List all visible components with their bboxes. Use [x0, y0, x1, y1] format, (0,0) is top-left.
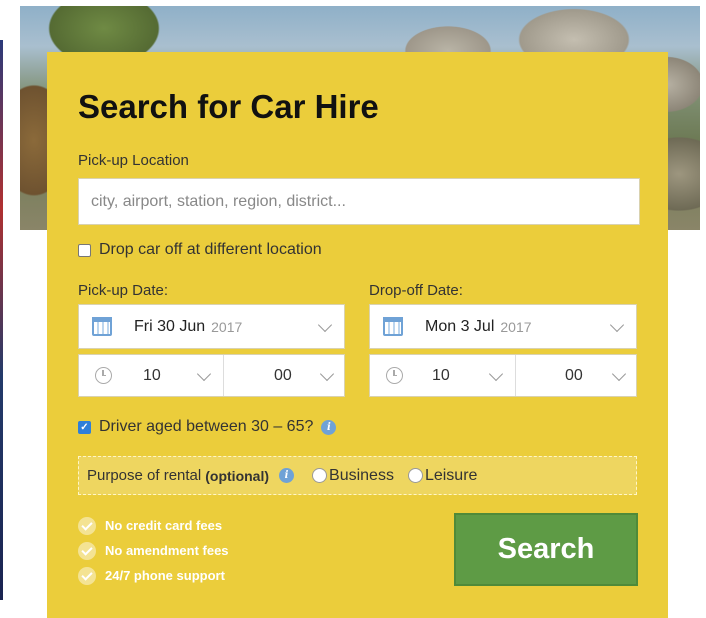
purpose-business-radio[interactable]	[312, 468, 328, 483]
benefit-text: 24/7 phone support	[105, 568, 225, 583]
car-hire-search-panel: Search for Car Hire Pick-up Location cit…	[47, 52, 668, 618]
dropoff-time-select: 10 00	[369, 354, 637, 397]
chevron-down-icon	[317, 317, 333, 332]
purpose-business-option[interactable]: Business	[312, 467, 394, 485]
pickup-time-select: 10 00	[78, 354, 345, 397]
check-icon	[78, 566, 96, 585]
drop-off-different-checkbox[interactable]	[78, 243, 91, 257]
driver-age-row[interactable]: ✓ Driver aged between 30 – 65? i	[78, 418, 337, 436]
pickup-location-label: Pick-up Location	[78, 152, 189, 169]
benefit-text: No credit card fees	[105, 518, 223, 533]
benefit-text: No amendment fees	[105, 543, 229, 558]
chevron-down-icon	[319, 366, 335, 381]
purpose-leisure-radio[interactable]	[407, 468, 423, 483]
pickup-hour-select[interactable]: 10	[79, 355, 223, 396]
chevron-down-icon	[609, 317, 625, 332]
chevron-down-icon	[611, 366, 627, 381]
pickup-date-label: Pick-up Date:	[78, 282, 169, 299]
chevron-down-icon	[196, 366, 212, 381]
check-icon	[78, 516, 96, 535]
purpose-leisure-option[interactable]: Leisure	[407, 466, 478, 485]
calendar-icon	[92, 317, 112, 336]
pickup-minute-value: 00	[274, 367, 292, 384]
dropoff-hour-select[interactable]: 10	[370, 355, 515, 396]
info-icon[interactable]: i	[279, 468, 295, 483]
check-icon	[78, 541, 96, 560]
purpose-business-label: Business	[329, 466, 394, 484]
benefit-item: No amendment fees	[78, 538, 229, 563]
calendar-icon	[383, 317, 403, 336]
purpose-optional-label: (optional)	[205, 467, 270, 484]
pickup-date-year: 2017	[211, 318, 243, 335]
dropoff-minute-value: 00	[565, 367, 583, 384]
pickup-date-value: Fri 30 Jun	[134, 317, 206, 335]
purpose-of-rental-box: Purpose of rental (optional) i Business …	[78, 456, 637, 495]
drop-off-different-location-row[interactable]: Drop car off at different location	[78, 241, 322, 259]
dropoff-date-select[interactable]: Mon 3 Jul 2017	[369, 304, 637, 349]
pickup-location-input[interactable]: city, airport, station, region, district…	[78, 178, 640, 225]
driver-age-checkbox[interactable]: ✓	[78, 420, 91, 434]
dropoff-date-value: Mon 3 Jul	[425, 317, 495, 335]
benefit-item: 24/7 phone support	[78, 563, 229, 588]
dropoff-hour-value: 10	[432, 367, 450, 384]
dropoff-date-year: 2017	[500, 318, 532, 335]
pickup-location-placeholder: city, airport, station, region, district…	[91, 192, 346, 210]
dropoff-date-label: Drop-off Date:	[369, 282, 463, 299]
dropoff-minute-select[interactable]: 00	[516, 355, 638, 396]
search-button[interactable]: Search	[454, 513, 638, 586]
left-edge-strip	[0, 40, 3, 600]
page-title: Search for Car Hire	[78, 88, 379, 125]
driver-age-label: Driver aged between 30 – 65?	[99, 418, 314, 435]
chevron-down-icon	[488, 366, 504, 381]
info-icon[interactable]: i	[321, 419, 337, 435]
purpose-leisure-label: Leisure	[424, 466, 478, 484]
pickup-hour-value: 10	[143, 367, 161, 384]
purpose-label: Purpose of rental	[87, 467, 202, 484]
benefit-item: No credit card fees	[78, 513, 229, 538]
pickup-date-select[interactable]: Fri 30 Jun 2017	[78, 304, 345, 349]
pickup-minute-select[interactable]: 00	[224, 355, 346, 396]
benefits-list: No credit card fees No amendment fees 24…	[78, 513, 229, 588]
drop-off-different-label: Drop car off at different location	[99, 241, 322, 258]
